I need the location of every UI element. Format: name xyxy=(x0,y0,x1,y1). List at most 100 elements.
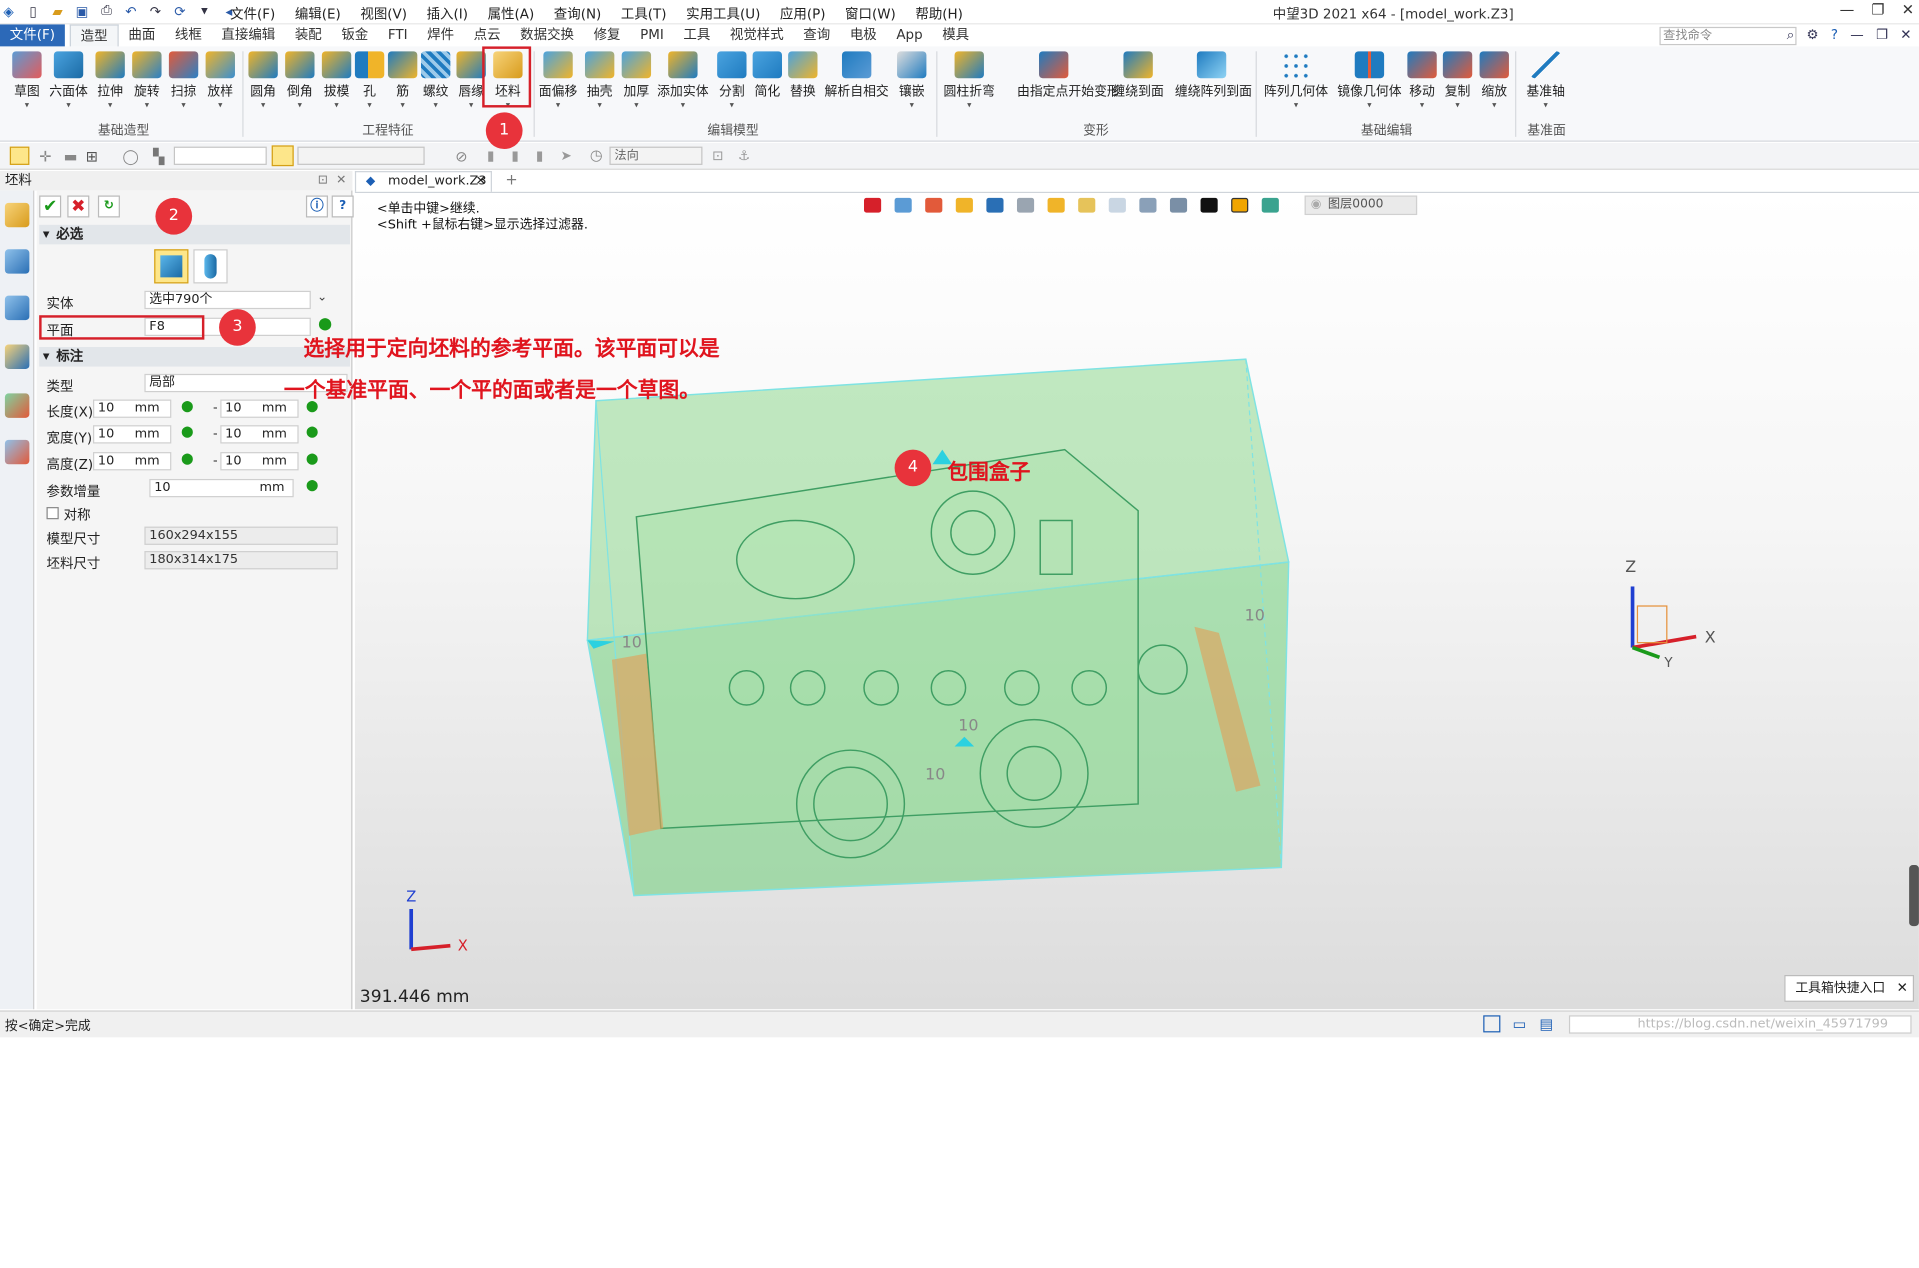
tab-weldment[interactable]: 焊件 xyxy=(417,24,464,46)
tab-data-exchange[interactable]: 数据交换 xyxy=(510,24,583,46)
inlay-button[interactable]: 镶嵌 ▾ xyxy=(893,51,930,124)
help-icon[interactable]: ? xyxy=(1831,27,1838,44)
menu-utilities[interactable]: 实用工具(U) xyxy=(686,4,760,24)
help-doc-button[interactable]: ? xyxy=(331,195,354,218)
step-pick-icon[interactable]: ⬤ xyxy=(306,480,318,492)
pick-select[interactable] xyxy=(297,146,425,165)
model-part[interactable] xyxy=(635,448,1188,859)
redo-icon[interactable]: ↷ xyxy=(147,2,164,19)
info-button[interactable]: ⓘ xyxy=(305,195,328,218)
align-left-icon[interactable]: ▮ xyxy=(487,148,494,164)
menu-view[interactable]: 视图(V) xyxy=(360,4,407,24)
constraint-icon[interactable]: ⚓ xyxy=(738,148,750,164)
close-icon[interactable]: ✕ xyxy=(1902,1,1914,18)
open-folder-icon[interactable]: ▰ xyxy=(49,2,66,19)
window-icon[interactable]: ▤ xyxy=(1540,1015,1554,1032)
filter-select[interactable] xyxy=(173,146,267,165)
monitor-icon[interactable]: ▭ xyxy=(1513,1015,1527,1032)
menu-insert[interactable]: 插入(I) xyxy=(427,4,468,24)
tab-app[interactable]: App xyxy=(887,24,933,46)
mirror-geometry-button[interactable]: 镜像几何体 ▾ xyxy=(1337,51,1402,124)
save-icon[interactable]: ▣ xyxy=(73,2,90,19)
tab-fti[interactable]: FTI xyxy=(378,24,417,46)
cylinder-bend-button[interactable]: 圆柱折弯 ▾ xyxy=(944,51,995,124)
wrap-to-face-button[interactable]: 缠绕到面 xyxy=(1112,51,1164,124)
tab-tools[interactable]: 工具 xyxy=(674,24,721,46)
undo-icon[interactable]: ↶ xyxy=(122,2,139,19)
width-pick-icon[interactable]: ⬤ xyxy=(181,426,193,438)
menu-edit[interactable]: 编辑(E) xyxy=(295,4,341,24)
tab-mold[interactable]: 模具 xyxy=(932,24,979,46)
menu-query[interactable]: 查询(N) xyxy=(554,4,601,24)
menu-attribute[interactable]: 属性(A) xyxy=(488,4,535,24)
chevron-down-icon[interactable]: ▼ xyxy=(196,2,213,19)
close-icon[interactable]: ✕ xyxy=(336,171,346,191)
pick-green-icon[interactable]: ⬤ xyxy=(318,318,332,331)
tab-electrode[interactable]: 电极 xyxy=(840,24,887,46)
direction-select[interactable]: 法向 xyxy=(609,146,703,165)
resolve-self-intersect-button[interactable]: 解析自相交 xyxy=(825,51,889,124)
file-tab[interactable]: 文件(F) xyxy=(0,24,65,47)
height-minus-pick-icon[interactable]: ⬤ xyxy=(306,453,318,465)
cancel-button[interactable]: ✖ xyxy=(67,195,90,218)
new-file-icon[interactable]: ▯ xyxy=(24,2,41,19)
close-icon[interactable]: ✕ xyxy=(1900,27,1911,44)
wrap-pattern-button[interactable]: 缠绕阵列到面 xyxy=(1175,51,1252,124)
image-browser-icon[interactable] xyxy=(4,393,30,418)
filter-icon[interactable]: ▚ xyxy=(153,148,164,165)
minimize-icon[interactable]: — xyxy=(1850,27,1863,44)
select-arrow-icon[interactable] xyxy=(9,146,30,165)
toolbox-shortcut-popup[interactable]: 工具箱快捷入口 ✕ xyxy=(1784,974,1915,1002)
pattern-geometry-button[interactable]: 阵列几何体 ▾ xyxy=(1264,51,1328,124)
symmetric-checkbox[interactable] xyxy=(46,507,59,520)
tab-visual-style[interactable]: 视觉样式 xyxy=(720,24,793,46)
cylinder-stock-option[interactable] xyxy=(193,249,228,284)
side-scroll-handle[interactable] xyxy=(1909,865,1919,927)
tab-assembly[interactable]: 装配 xyxy=(285,24,332,46)
tab-pmi[interactable]: PMI xyxy=(630,24,673,46)
height-pick-icon[interactable]: ⬤ xyxy=(181,453,193,465)
circle-icon[interactable]: ◯ xyxy=(122,148,138,165)
part-library-icon[interactable] xyxy=(4,344,30,369)
restore-icon[interactable]: ❐ xyxy=(1876,27,1888,44)
required-section-header[interactable]: 必选 xyxy=(39,224,351,245)
history-tree-icon[interactable] xyxy=(4,249,30,274)
tab-surface[interactable]: 曲面 xyxy=(119,24,166,46)
menu-tools[interactable]: 工具(T) xyxy=(621,4,667,24)
gear-icon[interactable]: ⚙ xyxy=(1807,27,1819,44)
tab-query[interactable]: 查询 xyxy=(794,24,841,46)
print-icon[interactable]: ⎙ xyxy=(98,2,115,19)
3d-viewport[interactable]: <单击中键>继续. <Shift +鼠标右键>显示选择过滤器. 图层0000 ◉ … xyxy=(354,193,1919,1010)
crosshair-icon[interactable]: ✛ xyxy=(39,148,51,165)
snap-icon[interactable]: ⊡ xyxy=(712,148,723,164)
tab-sheet-metal[interactable]: 钣金 xyxy=(332,24,379,46)
width-minus-pick-icon[interactable]: ⬤ xyxy=(306,426,318,438)
align-center-icon[interactable]: ▮ xyxy=(512,148,519,164)
user-icon[interactable] xyxy=(4,439,30,465)
refresh-icon[interactable]: ⟳ xyxy=(171,2,188,19)
stock-panel-icon[interactable] xyxy=(4,202,30,228)
menu-window[interactable]: 窗口(W) xyxy=(845,4,896,24)
search-icon[interactable]: ⌕ xyxy=(1787,27,1795,44)
box-stock-option[interactable] xyxy=(154,249,189,284)
tab-wireframe[interactable]: 线框 xyxy=(165,24,212,46)
command-search-input[interactable]: 查找命令 xyxy=(1659,26,1797,46)
grid-snap-icon[interactable]: ⊞ xyxy=(86,148,98,165)
pointer-icon[interactable]: ➤ xyxy=(561,148,572,164)
tab-model-work[interactable]: model_work.Z3 ✕ ◆ xyxy=(354,171,492,192)
length-pick-icon[interactable]: ⬤ xyxy=(181,401,193,413)
tab-repair[interactable]: 修复 xyxy=(584,24,631,46)
add-tab-icon[interactable]: + xyxy=(505,171,517,188)
scale-button[interactable]: 缩放 ▾ xyxy=(1476,51,1513,124)
pin-icon[interactable]: ⊡ xyxy=(318,171,328,191)
clock-icon[interactable]: ◷ xyxy=(590,147,603,164)
line-icon[interactable]: ▬ xyxy=(64,148,78,165)
confirm-button[interactable]: ✔ xyxy=(39,195,62,218)
datum-axis-button[interactable]: 基准轴 ▾ xyxy=(1526,51,1565,124)
minimize-icon[interactable]: — xyxy=(1840,1,1855,18)
tab-direct-edit[interactable]: 直接编辑 xyxy=(212,24,285,46)
layout-icon[interactable] xyxy=(1483,1015,1501,1033)
menu-application[interactable]: 应用(P) xyxy=(780,4,826,24)
close-icon[interactable]: ✕ xyxy=(476,172,486,190)
close-icon[interactable]: ✕ xyxy=(1897,976,1908,1000)
